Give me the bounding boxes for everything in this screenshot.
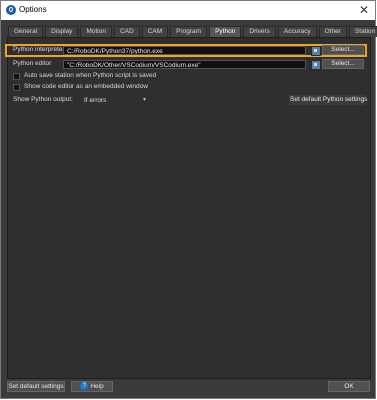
set-default-python-settings-button[interactable]: Set default Python settings	[289, 95, 367, 105]
window-title: Options	[19, 5, 47, 14]
tab-cam[interactable]: CAM	[141, 26, 169, 37]
show-output-dropdown[interactable]: If errors ▾	[84, 96, 146, 105]
editor-browse-icon[interactable]	[311, 60, 321, 70]
tab-cad[interactable]: CAD	[113, 26, 140, 37]
editor-select-button[interactable]: Select...	[322, 59, 364, 69]
python-interpreter-path-field[interactable]: C:/RoboDK/Python37/python.exe	[63, 46, 306, 55]
python-interpreter-label: Python interpreter	[13, 46, 65, 53]
ok-button[interactable]: OK	[328, 381, 370, 392]
python-editor-label: Python editor	[13, 60, 52, 67]
show-output-label: Show Python output:	[13, 96, 73, 103]
dialog-content: General Display Motion CAD CAM Program P…	[2, 20, 377, 397]
tab-general[interactable]: General	[8, 26, 44, 37]
help-button[interactable]: ? Help	[71, 381, 113, 392]
tab-bar: General Display Motion CAD CAM Program P…	[8, 26, 377, 38]
auto-save-label: Auto save station when Python script is …	[24, 72, 157, 79]
embedded-editor-checkbox[interactable]	[13, 84, 20, 91]
dialog-footer: Set default settings ? Help OK	[2, 375, 374, 397]
tab-motion[interactable]: Motion	[80, 26, 112, 37]
interpreter-select-button[interactable]: Select...	[322, 45, 364, 55]
python-editor-path-field[interactable]: "C:/RoboDK/Other/VSCodium/VSCodium.exe"	[63, 60, 306, 69]
auto-save-checkbox[interactable]	[13, 73, 20, 80]
tab-display[interactable]: Display	[45, 26, 79, 37]
help-label: Help	[90, 383, 104, 390]
tab-other[interactable]: Other	[318, 26, 347, 37]
tab-accuracy[interactable]: Accuracy	[277, 26, 317, 37]
tab-program[interactable]: Program	[170, 26, 208, 37]
interpreter-browse-icon[interactable]	[311, 46, 321, 56]
chevron-down-icon: ▾	[142, 97, 146, 103]
title-bar: Options ✕	[1, 1, 375, 20]
close-icon[interactable]: ✕	[359, 3, 369, 17]
set-default-settings-button[interactable]: Set default settings	[7, 381, 65, 392]
robodk-app-icon	[6, 5, 16, 15]
embedded-editor-label: Show code editor as an embedded window	[24, 83, 148, 90]
tab-drivers[interactable]: Drivers	[243, 26, 276, 37]
show-output-value: If errors	[84, 97, 107, 104]
help-icon: ?	[80, 382, 89, 391]
tab-station[interactable]: Station	[348, 26, 377, 37]
options-window: Options ✕ General Display Motion CAD CAM…	[0, 0, 377, 399]
